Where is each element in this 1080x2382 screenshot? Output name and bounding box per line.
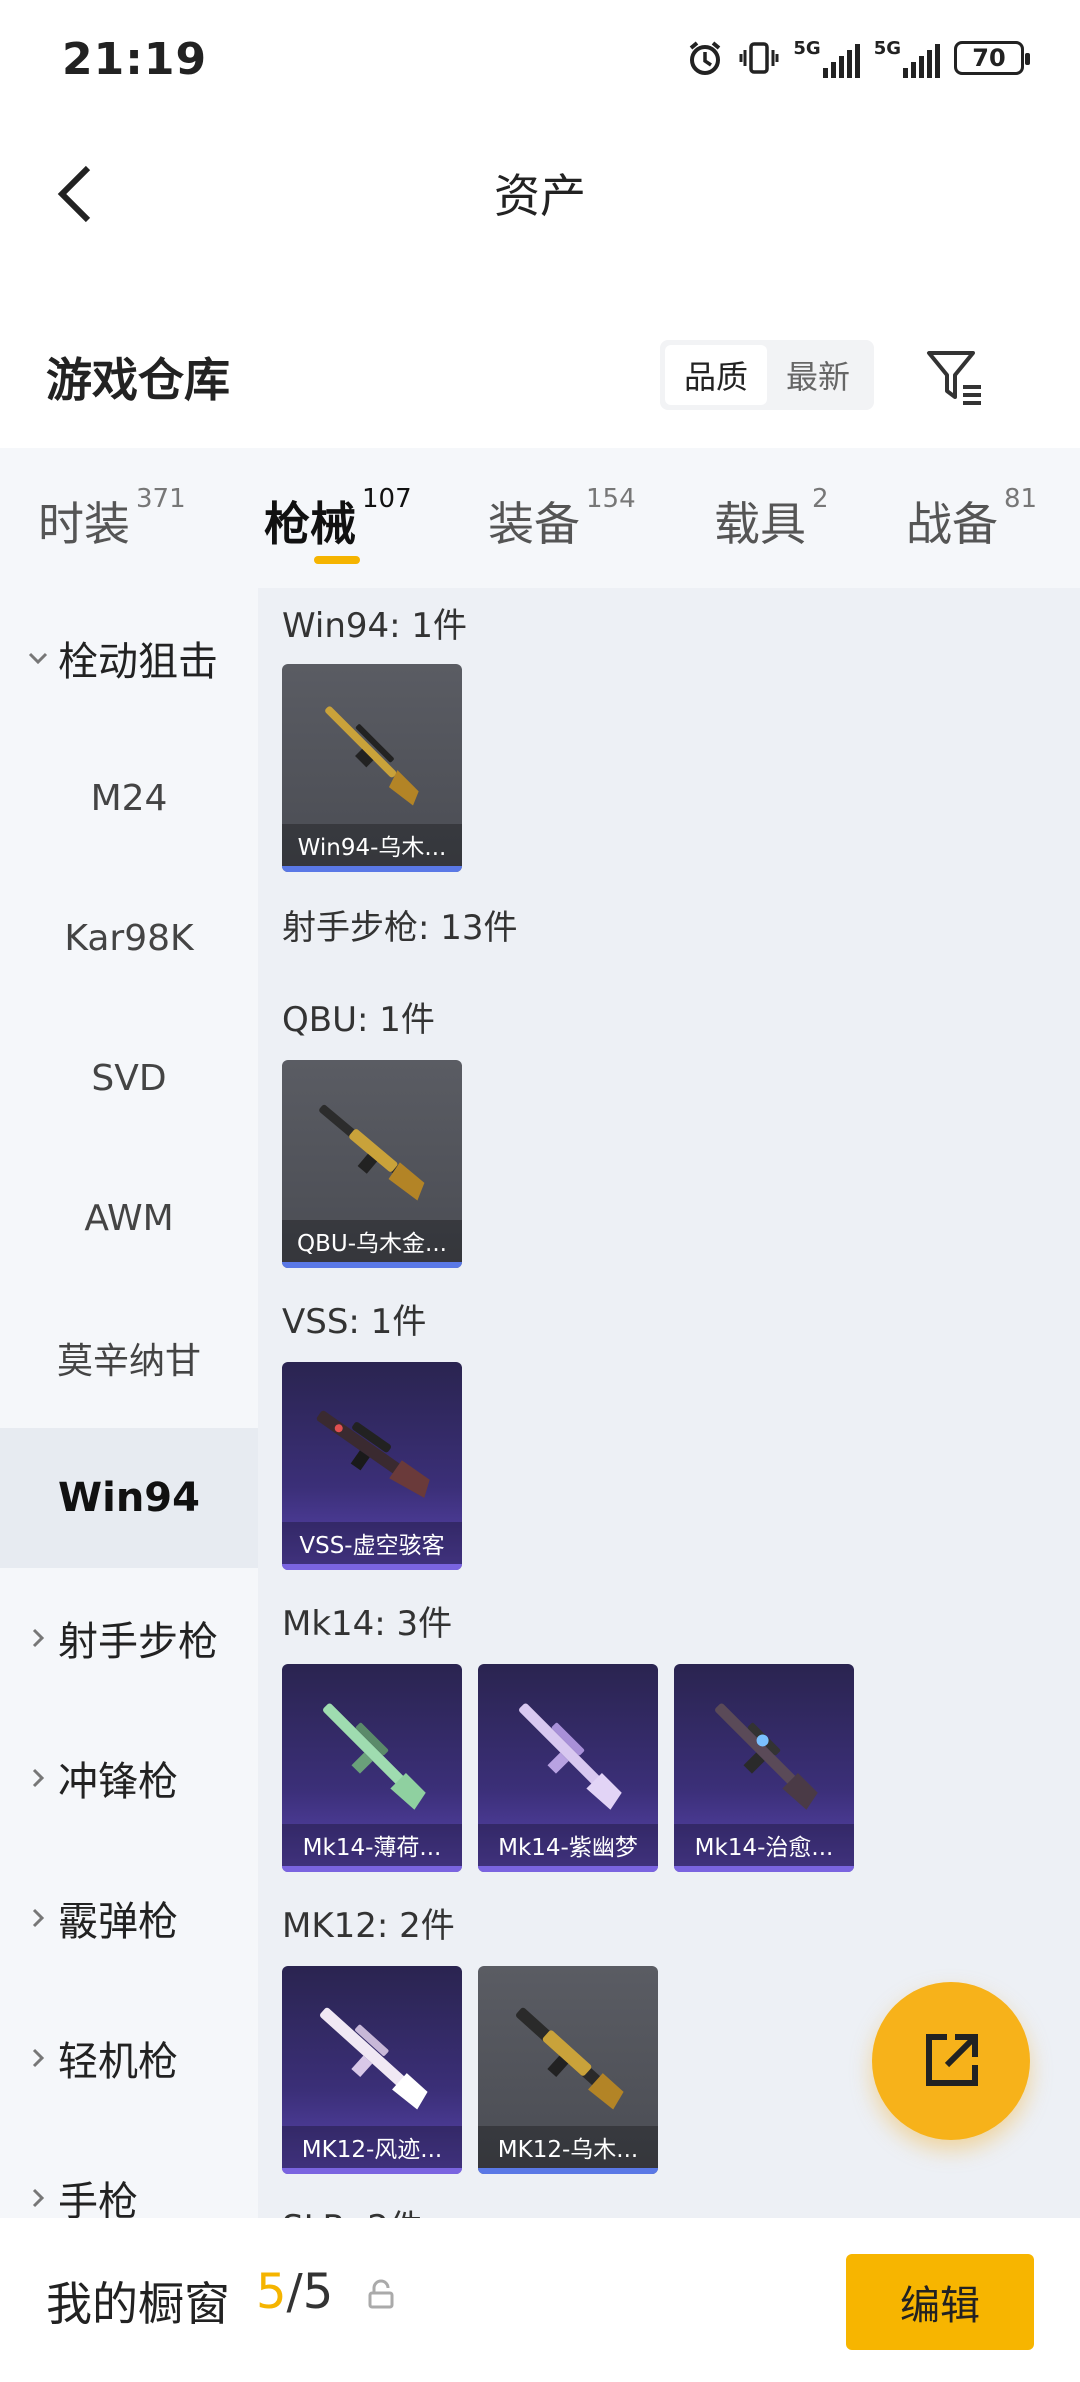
rifle-icon <box>320 2007 428 2110</box>
category-tabs: 时装 371 枪械 107 装备 154 载具 2 战备 81 <box>0 448 1080 588</box>
sidebar-item-win94[interactable]: Win94 <box>0 1428 258 1568</box>
rifle-icon <box>715 1703 818 1810</box>
edit-button[interactable]: 编辑 <box>846 2254 1034 2350</box>
signal-icon-1: 5G <box>793 38 860 78</box>
item-card-qbu[interactable]: QBU-乌木金... <box>282 1060 462 1268</box>
filter-icon <box>927 351 981 405</box>
rifle-icon <box>325 706 419 806</box>
sort-toggle: 品质 最新 <box>660 340 874 410</box>
status-bar: 21:19 5G 5G 70 <box>0 0 1080 130</box>
item-card-mk14-3[interactable]: Mk14-治愈... <box>674 1664 854 1872</box>
rifle-icon <box>323 1703 426 1810</box>
share-fab[interactable] <box>872 1982 1030 2140</box>
battery-icon: 70 <box>954 41 1030 75</box>
section-title-slr: SLR: 2件 <box>282 2200 423 2218</box>
sidebar-item-svd[interactable]: SVD <box>0 1008 258 1148</box>
sidebar: 栓动狙击 M24 Kar98K SVD AWM 莫辛纳甘 Win94 射手步枪 … <box>0 588 258 2218</box>
chevron-right-icon <box>22 2186 54 2210</box>
section-title-win94: Win94: 1件 <box>282 606 468 646</box>
sidebar-group-dmr[interactable]: 射手步枪 <box>0 1568 258 1708</box>
page-title: 资产 <box>494 169 586 223</box>
sidebar-group-shotgun[interactable]: 霰弹枪 <box>0 1848 258 1988</box>
status-icons: 5G 5G 70 <box>685 38 1030 78</box>
item-card-mk12-2[interactable]: MK12-乌木... <box>478 1966 658 2174</box>
item-card-vss[interactable]: VSS-虚空骇客 <box>282 1362 462 1570</box>
rifle-icon <box>519 1703 622 1810</box>
sort-quality[interactable]: 品质 <box>665 345 767 405</box>
filter-button[interactable] <box>920 342 990 412</box>
warehouse-title: 游戏仓库 <box>46 353 230 407</box>
rifle-icon <box>316 1410 430 1498</box>
section-title-qbu: QBU: 1件 <box>282 1000 435 1040</box>
section-title-mk12: MK12: 2件 <box>282 1906 455 1946</box>
item-card-mk14-2[interactable]: Mk14-紫幽梦 <box>478 1664 658 1872</box>
bottom-bar: 我的橱窗 5/5 编辑 <box>0 2218 1080 2382</box>
rifle-icon <box>516 2007 624 2110</box>
lock-icon[interactable] <box>364 2278 398 2312</box>
sidebar-group-bolt-action[interactable]: 栓动狙击 <box>0 588 258 728</box>
warehouse-header: 游戏仓库 品质 最新 <box>0 320 1080 440</box>
tab-guns[interactable]: 枪械 107 <box>264 448 488 588</box>
weapon-list: Win94: 1件 Win94-乌木... 射手步枪: 13件 QBU: 1件 … <box>258 588 1080 2218</box>
vibrate-icon <box>739 38 779 78</box>
chevron-right-icon <box>22 1626 54 1650</box>
alarm-icon <box>685 38 725 78</box>
chevron-right-icon <box>22 1906 54 1930</box>
sidebar-group-smg[interactable]: 冲锋枪 <box>0 1708 258 1848</box>
active-tab-indicator <box>314 556 360 564</box>
sidebar-group-pistol[interactable]: 手枪 <box>0 2128 258 2218</box>
rifle-icon <box>319 1104 425 1201</box>
sidebar-item-m24[interactable]: M24 <box>0 728 258 868</box>
sidebar-group-lmg[interactable]: 轻机枪 <box>0 1988 258 2128</box>
section-title-dmr: 射手步枪: 13件 <box>282 908 518 948</box>
tab-supplies[interactable]: 战备 81 <box>906 448 1037 588</box>
tab-vehicles[interactable]: 载具 2 <box>714 448 906 588</box>
item-card-mk14-1[interactable]: Mk14-薄荷... <box>282 1664 462 1872</box>
chevron-right-icon <box>22 2046 54 2070</box>
sidebar-item-mosin[interactable]: 莫辛纳甘 <box>0 1288 258 1428</box>
nav-header: 资产 <box>0 130 1080 260</box>
showcase-count: 5/5 <box>256 2264 334 2320</box>
signal-icon-2: 5G <box>874 38 940 78</box>
chevron-right-icon <box>22 1766 54 1790</box>
section-title-mk14: Mk14: 3件 <box>282 1604 453 1644</box>
external-link-icon <box>926 2034 978 2086</box>
chevron-down-icon <box>22 646 54 670</box>
sidebar-item-kar98k[interactable]: Kar98K <box>0 868 258 1008</box>
sort-newest[interactable]: 最新 <box>767 345 869 405</box>
section-title-vss: VSS: 1件 <box>282 1302 427 1342</box>
item-card-mk12-1[interactable]: MK12-风迹... <box>282 1966 462 2174</box>
status-time: 21:19 <box>62 34 208 85</box>
showcase-title: 我的橱窗 <box>46 2277 230 2331</box>
sidebar-item-awm[interactable]: AWM <box>0 1148 258 1288</box>
item-card-win94[interactable]: Win94-乌木... <box>282 664 462 872</box>
tab-equipment[interactable]: 装备 154 <box>488 448 714 588</box>
tab-fashion[interactable]: 时装 371 <box>38 448 264 588</box>
